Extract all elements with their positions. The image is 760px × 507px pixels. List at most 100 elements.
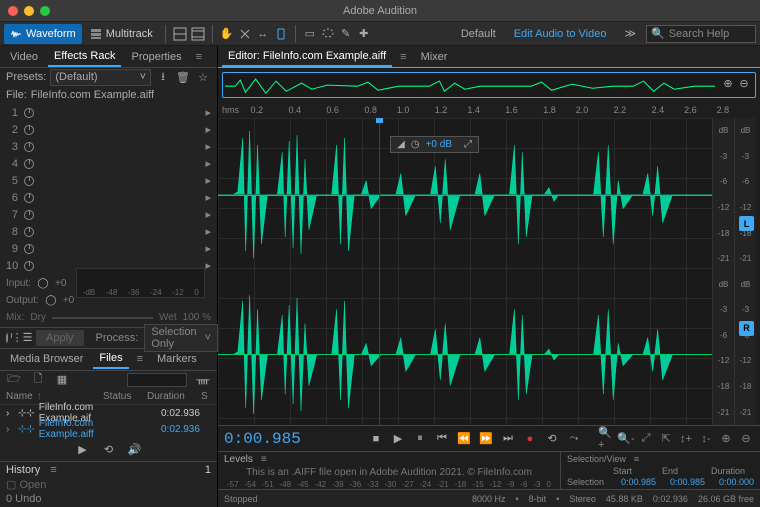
fx-slot[interactable]: 8▸ xyxy=(0,223,217,240)
presets-dropdown[interactable]: (Default)˅ xyxy=(50,69,151,86)
panel-menu-icon[interactable]: ≡ xyxy=(133,353,147,365)
multitrack-mode-button[interactable]: Multitrack xyxy=(84,24,159,44)
zoom-out-nav-icon[interactable]: ⊖ xyxy=(737,75,751,91)
spectral-display-toggle[interactable] xyxy=(172,26,188,42)
fx-slot[interactable]: 6▸ xyxy=(0,189,217,206)
selection-end[interactable]: 0:00.985 xyxy=(662,477,705,487)
search-input[interactable]: 🔍 Search Help xyxy=(646,25,756,43)
apply-button[interactable]: Apply xyxy=(36,330,84,346)
loop-preview-button[interactable]: ⟲ xyxy=(101,441,117,457)
close-icon[interactable] xyxy=(8,6,18,16)
insert-into-multitrack-icon[interactable]: ▦ xyxy=(54,372,70,388)
waveform-mode-button[interactable]: Waveform xyxy=(4,24,82,44)
waveform-display[interactable]: ◢ ◷ +0 dB ⤢ dB-3-6 -12-18-21 dB-3-6 -12-… xyxy=(218,118,756,425)
razor-tool[interactable] xyxy=(237,26,253,42)
time-ruler[interactable]: hms 0.20.4 0.60.8 1.01.2 1.41.6 1.82.0 2… xyxy=(218,102,760,118)
tab-properties[interactable]: Properties xyxy=(125,48,187,66)
panel-menu-icon[interactable]: ≡ xyxy=(396,51,410,63)
loop-button[interactable]: ⟲ xyxy=(544,431,560,447)
zoom-out-point-icon[interactable]: ⊖ xyxy=(738,431,754,447)
channel-badge-left[interactable]: L xyxy=(739,216,754,231)
filter-icon[interactable]: ᚄ xyxy=(195,372,211,388)
fx-slot[interactable]: 4▸ xyxy=(0,155,217,172)
go-to-start-button[interactable]: ⏮ xyxy=(434,431,450,447)
pitch-display-toggle[interactable] xyxy=(190,26,206,42)
go-to-end-button[interactable]: ⏭ xyxy=(500,431,516,447)
pin-hud-icon[interactable]: ⤢ xyxy=(464,139,472,150)
workspace-edit-av[interactable]: Edit Audio to Video xyxy=(506,28,615,40)
power-icon[interactable] xyxy=(24,227,34,237)
tab-video[interactable]: Video xyxy=(4,48,44,66)
power-icon[interactable] xyxy=(24,176,34,186)
settings-icon[interactable]: ⚙ xyxy=(756,110,760,126)
tab-mixer[interactable]: Mixer xyxy=(415,48,454,66)
lasso-tool[interactable] xyxy=(320,26,336,42)
fx-slot[interactable]: 5▸ xyxy=(0,172,217,189)
fx-slot[interactable]: 2▸ xyxy=(0,121,217,138)
timecode-display[interactable]: 0:00.985 xyxy=(224,430,364,448)
tab-files[interactable]: Files xyxy=(93,349,128,369)
save-preset-icon[interactable]: ⭳ xyxy=(155,69,171,85)
zoom-full-icon[interactable]: ⤢ xyxy=(638,431,654,447)
hand-tool[interactable]: ✋ xyxy=(219,26,235,42)
tab-effects-rack[interactable]: Effects Rack xyxy=(48,47,122,67)
marquee-tool[interactable]: ▭ xyxy=(302,26,318,42)
selection-duration[interactable]: 0:00.000 xyxy=(711,477,754,487)
panel-menu-icon[interactable]: ≡ xyxy=(257,454,271,465)
power-icon[interactable] xyxy=(24,261,34,271)
power-icon[interactable] xyxy=(24,193,34,203)
rack-settings-icon[interactable]: ⋮☰ xyxy=(14,330,30,346)
workspace-expand[interactable]: ≫ xyxy=(616,27,644,40)
power-icon[interactable] xyxy=(24,244,34,254)
channel-badge-right[interactable]: R xyxy=(739,321,754,336)
power-icon[interactable] xyxy=(24,108,34,118)
zoom-out-vert-icon[interactable]: ↕- xyxy=(698,431,714,447)
fx-slot[interactable]: 3▸ xyxy=(0,138,217,155)
zoom-in-nav-icon[interactable]: ⊕ xyxy=(721,75,735,91)
maximize-icon[interactable] xyxy=(40,6,50,16)
pause-button[interactable]: ⏸ xyxy=(412,431,428,447)
time-selection-tool[interactable] xyxy=(273,26,289,42)
rack-power-icon[interactable] xyxy=(6,333,8,343)
power-icon[interactable] xyxy=(24,142,34,152)
open-file-icon[interactable]: 🗁 xyxy=(6,372,22,388)
minimize-icon[interactable] xyxy=(24,6,34,16)
rewind-button[interactable]: ⏪ xyxy=(456,431,472,447)
play-button[interactable]: ▶ xyxy=(390,431,406,447)
input-gain-knob[interactable]: ◯ xyxy=(35,275,51,291)
fast-forward-button[interactable]: ⏩ xyxy=(478,431,494,447)
autoplay-button[interactable]: 🔊 xyxy=(127,441,143,457)
power-icon[interactable] xyxy=(24,210,34,220)
process-dropdown[interactable]: Selection Only˅ xyxy=(144,324,218,352)
play-preview-button[interactable]: ▶ xyxy=(75,441,91,457)
record-button[interactable]: ● xyxy=(522,431,538,447)
skip-selection-button[interactable]: ⤳ xyxy=(566,431,582,447)
output-gain-knob[interactable]: ◯ xyxy=(43,292,59,308)
tab-markers[interactable]: Markers xyxy=(151,350,203,368)
file-row[interactable]: › ⊹⊹ FileInfo.com Example.aiff 0:02.936 xyxy=(0,421,217,437)
fx-slot[interactable]: 9▸ xyxy=(0,240,217,257)
power-icon[interactable] xyxy=(24,159,34,169)
power-icon[interactable] xyxy=(24,125,34,135)
slip-tool[interactable]: ↔ xyxy=(255,26,271,42)
zoom-out-icon[interactable]: 🔍- xyxy=(618,431,634,447)
tab-media-browser[interactable]: Media Browser xyxy=(4,350,89,368)
brush-tool[interactable]: ✎ xyxy=(338,26,354,42)
panel-menu-icon[interactable]: ≡ xyxy=(192,51,206,63)
new-file-icon[interactable]: 🗋 xyxy=(30,372,46,388)
panel-menu-icon[interactable]: ≡ xyxy=(630,454,643,464)
heal-tool[interactable]: ✚ xyxy=(356,26,372,42)
zoom-in-icon[interactable]: 🔍+ xyxy=(598,431,614,447)
zoom-selection-icon[interactable]: ⇱ xyxy=(658,431,674,447)
files-search-input[interactable] xyxy=(127,373,187,387)
navigator-overview[interactable]: ⊕ ⊖ xyxy=(222,72,756,98)
fx-slot[interactable]: 1▸ xyxy=(0,104,217,121)
stop-button[interactable]: ■ xyxy=(368,431,384,447)
mix-slider[interactable] xyxy=(52,317,153,319)
workspace-default[interactable]: Default xyxy=(453,28,504,40)
selection-start[interactable]: 0:00.985 xyxy=(613,477,656,487)
panel-menu-icon[interactable]: ≡ xyxy=(46,464,60,476)
delete-preset-icon[interactable]: 🗑 xyxy=(175,69,191,85)
zoom-in-vert-icon[interactable]: ↕+ xyxy=(678,431,694,447)
hud-overlay[interactable]: ◢ ◷ +0 dB ⤢ xyxy=(390,136,479,153)
